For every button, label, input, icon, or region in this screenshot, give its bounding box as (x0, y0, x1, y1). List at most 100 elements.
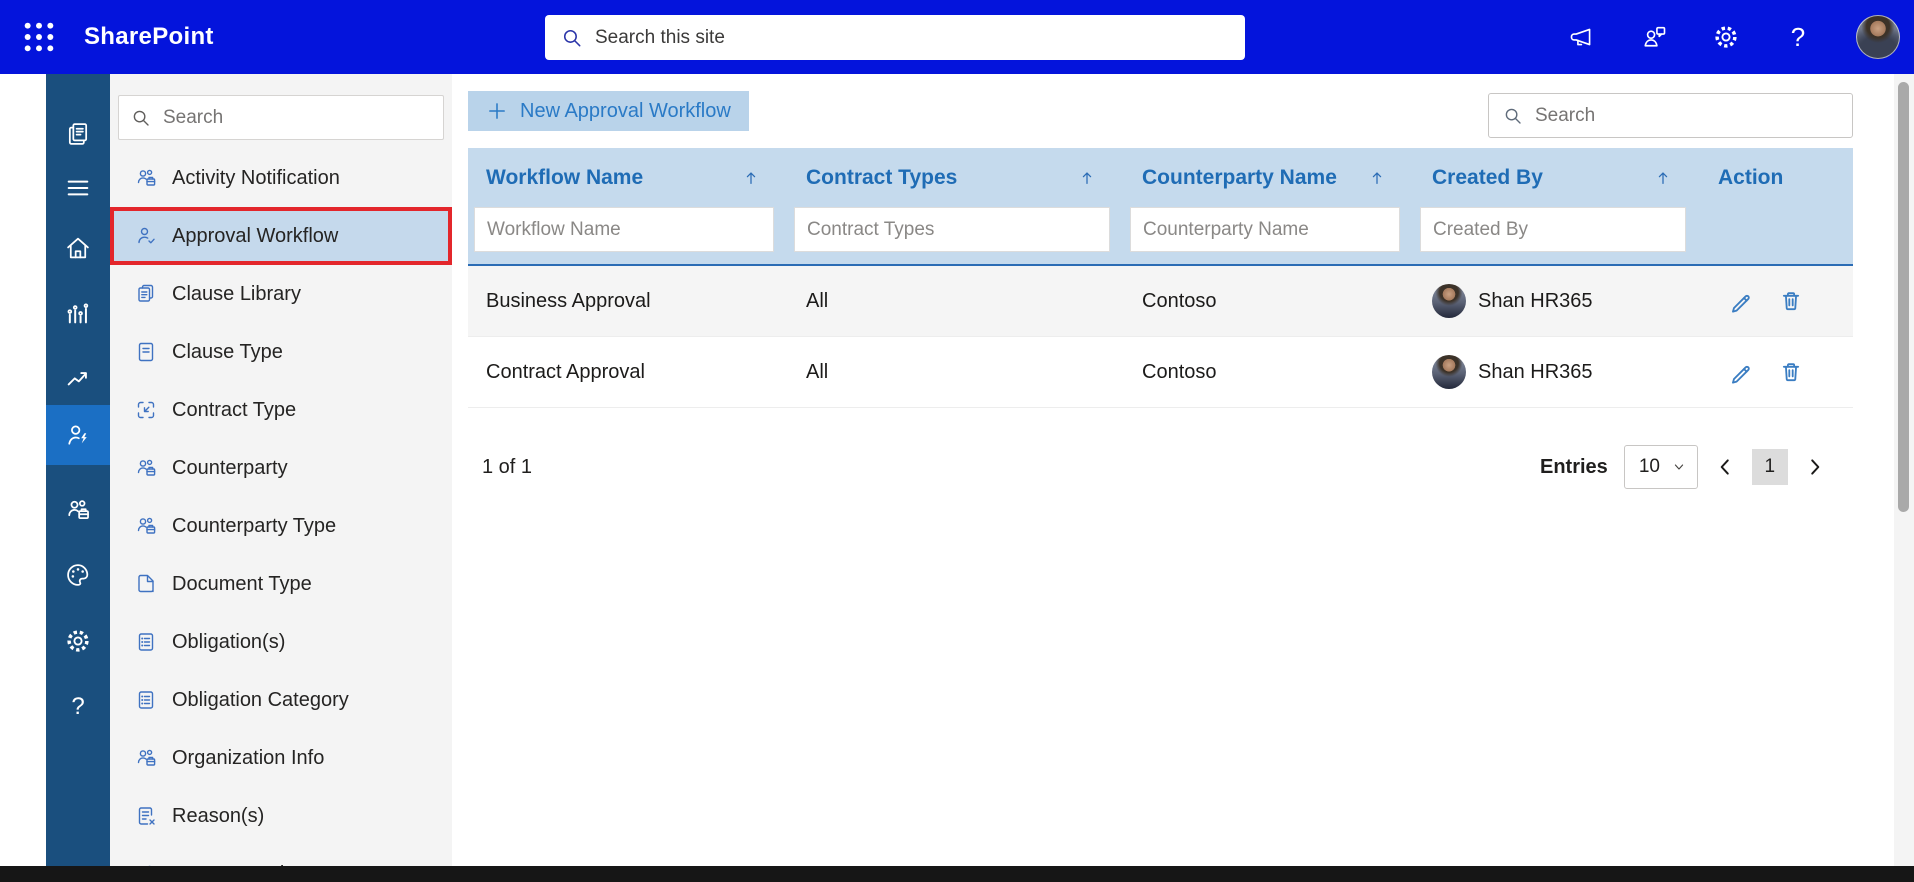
search-icon (131, 108, 151, 128)
filter-counterparty-name-input[interactable] (1130, 207, 1400, 252)
help-icon[interactable]: ? (1784, 23, 1812, 51)
pagination-bar: 1 of 1 Entries 10 1 (468, 442, 1853, 492)
column-header-counterparty-name[interactable]: Counterparty Name (1124, 166, 1414, 190)
sidebar-item-label: Obligation Category (172, 688, 349, 711)
page-summary: 1 of 1 (482, 456, 533, 478)
sidebar-item-document-type[interactable]: Document Type (110, 555, 452, 613)
scrollbar-thumb[interactable] (1898, 82, 1909, 512)
user-avatar[interactable] (1856, 15, 1900, 59)
column-header-action: Action (1718, 165, 1784, 189)
site-search[interactable] (545, 15, 1245, 60)
sort-ascending-icon[interactable] (742, 169, 760, 187)
sidebar-item-label: Counterparty Type (172, 514, 337, 537)
rail-trend-icon[interactable] (46, 350, 110, 406)
sort-ascending-icon[interactable] (1368, 169, 1386, 187)
creator-avatar (1432, 355, 1466, 389)
sidebar-item-label: Contract Type (172, 398, 297, 421)
sidebar-item-contract-type[interactable]: Contract Type (110, 381, 452, 439)
app-launcher-waffle-icon[interactable] (22, 20, 56, 54)
filter-contract-types-input[interactable] (794, 207, 1110, 252)
sidebar-item-counterparty-type[interactable]: Counterparty Type (110, 497, 452, 555)
sidebar-nav: Activity Notification Approval Workflow … (110, 74, 452, 866)
sidebar-search[interactable] (118, 95, 444, 140)
cell-workflow-name: Business Approval (486, 289, 651, 312)
sidebar-item-organization-info[interactable]: Organization Info (110, 729, 452, 787)
left-gutter (0, 74, 46, 866)
person-check-icon (134, 224, 158, 248)
rail-help-icon[interactable]: ? (46, 679, 110, 735)
table-search[interactable] (1488, 93, 1853, 138)
entries-per-page-select[interactable]: 10 (1623, 445, 1698, 489)
site-search-input[interactable] (595, 26, 1229, 49)
new-approval-workflow-button[interactable]: New Approval Workflow (468, 91, 749, 131)
sidebar-item-label: Reason(s) (172, 804, 265, 827)
sidebar-item-counterparty[interactable]: Counterparty (110, 439, 452, 497)
sidebar-item-approval-workflow[interactable]: Approval Workflow (110, 207, 452, 265)
sidebar-item-label: Activity Notification (172, 166, 340, 189)
search-icon (561, 27, 583, 49)
sidebar-item-request-action[interactable]: Request Action (110, 845, 452, 866)
rail-approval-user-icon[interactable] (46, 405, 110, 465)
column-header-workflow-name[interactable]: Workflow Name (468, 166, 788, 190)
table-header: Workflow Name Contract Types Counterpart… (468, 148, 1853, 266)
megaphone-icon[interactable] (1568, 23, 1596, 51)
edit-pencil-icon[interactable] (1728, 288, 1754, 314)
sort-ascending-icon[interactable] (1078, 169, 1096, 187)
rail-documents-icon[interactable] (46, 106, 110, 162)
people-badge-icon (134, 746, 158, 770)
table-row[interactable]: Contract Approval All Contoso Shan HR365 (468, 337, 1853, 408)
cell-counterparty-name: Contoso (1142, 289, 1217, 312)
filter-created-by-input[interactable] (1420, 207, 1686, 252)
settings-gear-icon[interactable] (1712, 23, 1740, 51)
column-header-contract-types[interactable]: Contract Types (788, 166, 1124, 190)
next-page-icon[interactable] (1804, 456, 1826, 478)
delete-trash-icon[interactable] (1778, 359, 1804, 385)
rail-people-icon[interactable] (46, 482, 110, 538)
contract-icon (134, 398, 158, 422)
list-box-icon (134, 630, 158, 654)
top-app-bar: SharePoint ? (0, 0, 1914, 74)
rail-analytics-icon[interactable] (46, 285, 110, 341)
sidebar-item-label: Clause Library (172, 282, 301, 305)
sidebar-item-obligations[interactable]: Obligation(s) (110, 613, 452, 671)
people-badge-icon (134, 514, 158, 538)
search-icon (1503, 106, 1523, 126)
feedback-icon[interactable] (1640, 23, 1668, 51)
table-search-input[interactable] (1535, 104, 1838, 127)
approval-workflow-table: Workflow Name Contract Types Counterpart… (468, 148, 1853, 408)
icon-rail: ? (46, 74, 110, 866)
entries-label: Entries (1540, 455, 1608, 478)
page-corner-icon (134, 572, 158, 596)
rail-gear-icon[interactable] (46, 613, 110, 669)
vertical-scrollbar[interactable] (1894, 74, 1914, 866)
people-badge-icon (134, 456, 158, 480)
sidebar-item-obligation-category[interactable]: Obligation Category (110, 671, 452, 729)
edit-pencil-icon[interactable] (1728, 359, 1754, 385)
sidebar-item-activity-notification[interactable]: Activity Notification (110, 149, 452, 207)
table-row[interactable]: Business Approval All Contoso Shan HR365 (468, 266, 1853, 337)
rail-palette-icon[interactable] (46, 547, 110, 603)
filter-workflow-name-input[interactable] (474, 207, 774, 252)
column-header-created-by[interactable]: Created By (1414, 166, 1700, 190)
cell-actions (1700, 359, 1853, 385)
sidebar-item-clause-type[interactable]: Clause Type (110, 323, 452, 381)
cell-created-by: Shan HR365 (1414, 284, 1700, 318)
creator-avatar (1432, 284, 1466, 318)
sidebar-item-clause-library[interactable]: Clause Library (110, 265, 452, 323)
previous-page-icon[interactable] (1714, 456, 1736, 478)
sidebar-item-label: Document Type (172, 572, 312, 595)
chevron-down-icon (1671, 459, 1687, 475)
sidebar-item-reasons[interactable]: Reason(s) (110, 787, 452, 845)
list-x-icon (134, 804, 158, 828)
window-bottom-edge (0, 866, 1914, 882)
rail-menu-icon[interactable] (46, 160, 110, 216)
rail-home-icon[interactable] (46, 220, 110, 276)
sidebar-search-input[interactable] (163, 106, 431, 129)
delete-trash-icon[interactable] (1778, 288, 1804, 314)
sort-ascending-icon[interactable] (1654, 169, 1672, 187)
app-title[interactable]: SharePoint (84, 23, 214, 51)
page-number-button[interactable]: 1 (1751, 449, 1788, 485)
cell-workflow-name: Contract Approval (486, 360, 645, 383)
people-badge-icon (134, 166, 158, 190)
cell-contract-types: All (806, 360, 829, 383)
